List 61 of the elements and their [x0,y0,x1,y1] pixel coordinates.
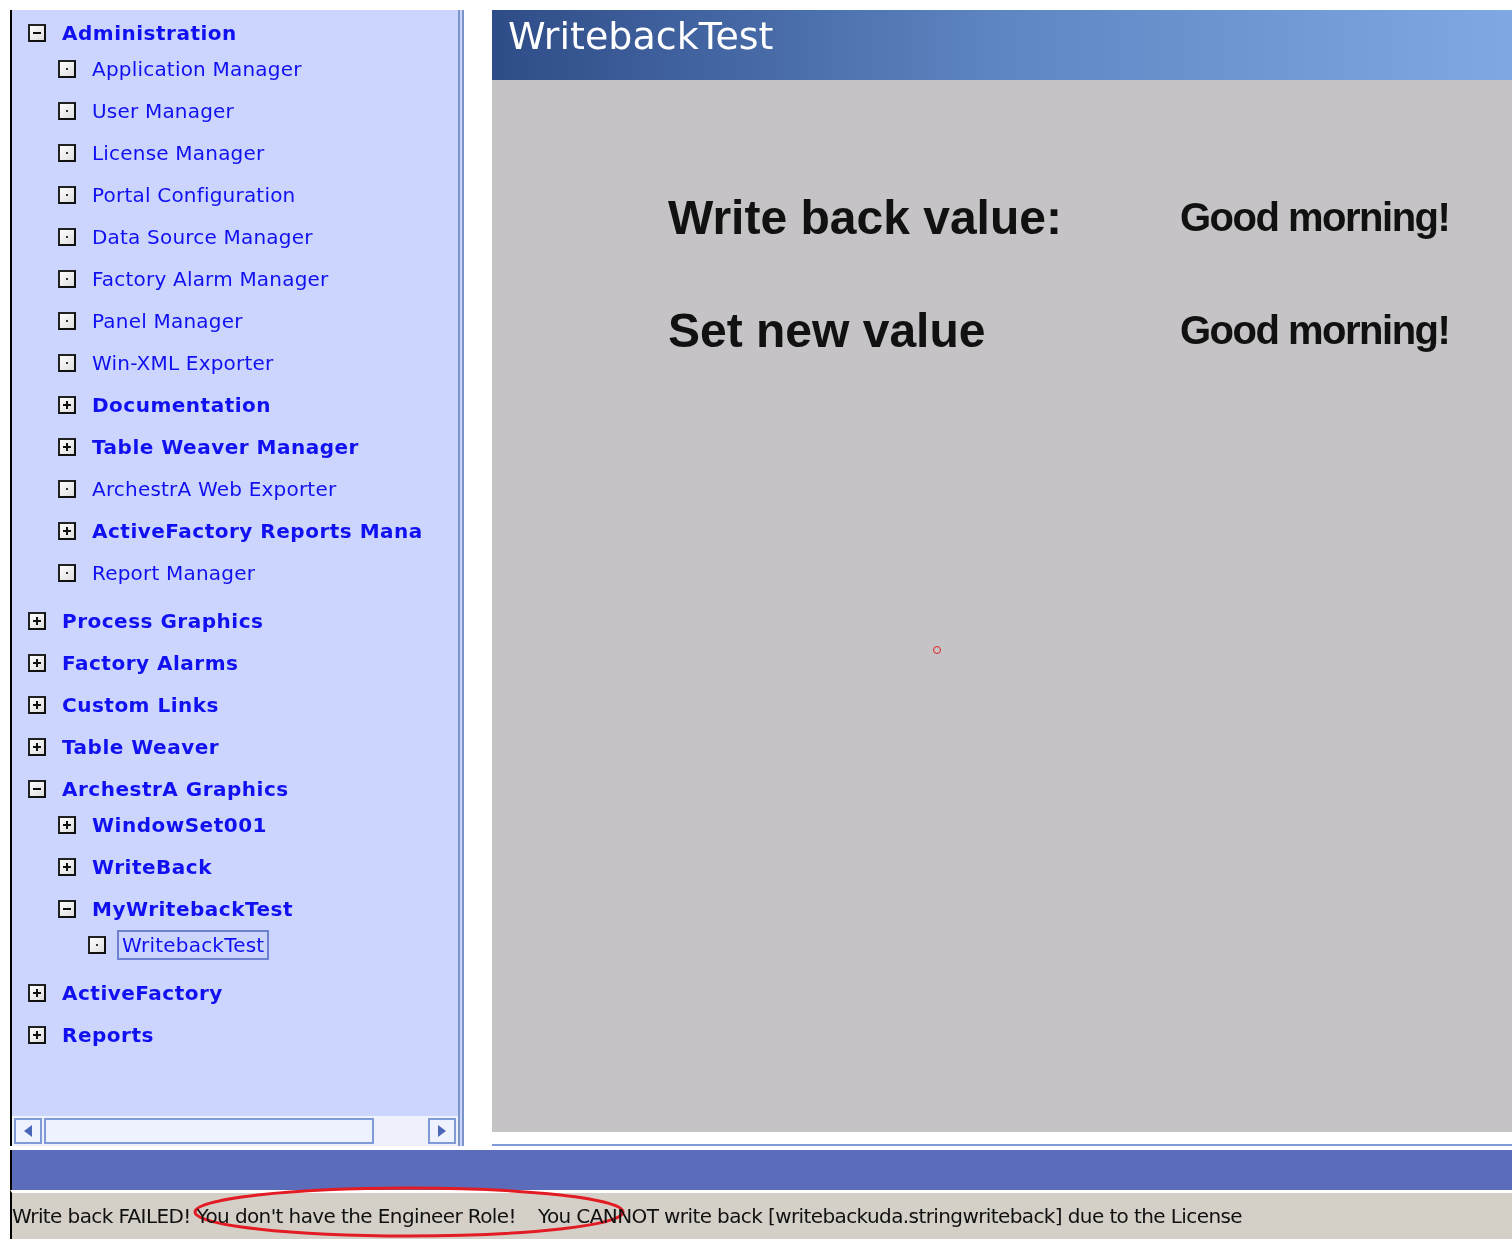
expand-icon[interactable] [28,738,46,756]
expand-icon[interactable] [28,1026,46,1044]
tree-item[interactable]: Factory Alarms [57,648,244,678]
value-text: Good morning! [1180,308,1450,353]
horizontal-scrollbar[interactable] [12,1116,458,1146]
leaf-icon[interactable] [58,186,76,204]
scroll-left-button[interactable] [14,1118,42,1144]
tree-item[interactable]: Reports [57,1020,159,1050]
tree-item[interactable]: Administration [57,18,242,48]
collapse-icon[interactable] [58,900,76,918]
collapse-icon[interactable] [28,24,46,42]
collapse-icon[interactable] [28,780,46,798]
expand-icon[interactable] [28,696,46,714]
tree-item[interactable]: Table Weaver Manager [87,432,364,462]
tree-item[interactable]: WritebackTest [117,930,270,960]
expand-icon[interactable] [58,438,76,456]
leaf-icon[interactable] [58,144,76,162]
tree-item[interactable]: WriteBack [87,852,217,882]
tree-item[interactable]: Data Source Manager [87,222,318,252]
tree-item[interactable]: Panel Manager [87,306,248,336]
tree-item[interactable]: License Manager [87,138,270,168]
tree-item[interactable]: Portal Configuration [87,180,301,210]
tree-item[interactable]: Application Manager [87,54,307,84]
expand-icon[interactable] [58,522,76,540]
tree-item[interactable]: User Manager [87,96,239,126]
tree-item[interactable]: Win-XML Exporter [87,348,279,378]
expand-icon[interactable] [58,816,76,834]
scroll-right-icon [438,1125,446,1137]
tree-item[interactable]: ArchestrA Web Exporter [87,474,342,504]
tree-item[interactable]: Table Weaver [57,732,225,762]
scroll-left-icon [24,1125,32,1137]
expand-icon[interactable] [58,858,76,876]
tree-item[interactable]: Custom Links [57,690,224,720]
tree-item[interactable]: Factory Alarm Manager [87,264,334,294]
leaf-icon[interactable] [58,102,76,120]
tree-item[interactable]: WindowSet001 [87,810,272,840]
value-label: Write back value: [668,190,1063,245]
leaf-icon[interactable] [58,354,76,372]
expand-icon[interactable] [28,654,46,672]
leaf-icon[interactable] [58,312,76,330]
leaf-icon[interactable] [58,228,76,246]
tree-item[interactable]: Process Graphics [57,606,269,636]
tree-item[interactable]: ArchestrA Graphics [57,774,294,804]
leaf-icon[interactable] [58,480,76,498]
leaf-icon[interactable] [58,564,76,582]
tree-item[interactable]: ActiveFactory Reports Mana [87,516,428,546]
value-label: Set new value [668,303,987,358]
tree-item[interactable]: Documentation [87,390,277,420]
expand-icon[interactable] [28,984,46,1002]
leaf-icon[interactable] [58,270,76,288]
expand-icon[interactable] [28,612,46,630]
leaf-icon[interactable] [58,60,76,78]
window-title: WritebackTest [492,10,1512,80]
scroll-thumb[interactable] [44,1118,374,1144]
leaf-icon[interactable] [88,936,106,954]
tree-item[interactable]: ActiveFactory [57,978,228,1008]
tree-item[interactable]: MyWritebackTest [87,894,298,924]
value-text: Good morning! [1180,195,1450,240]
tree-item[interactable]: Report Manager [87,558,261,588]
expand-icon[interactable] [58,396,76,414]
scroll-right-button[interactable] [428,1118,456,1144]
